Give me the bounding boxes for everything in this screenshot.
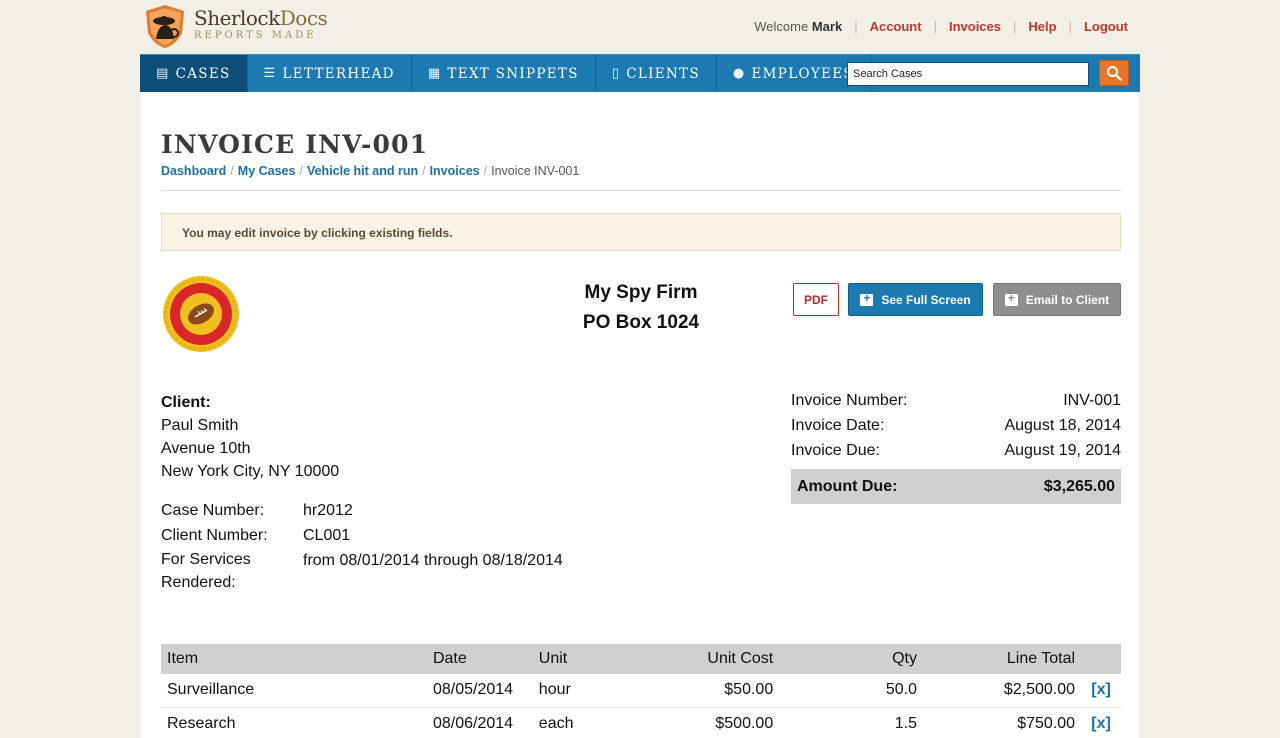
invoices-link[interactable]: Invoices — [949, 19, 1001, 34]
cell-line-total: $2,500.00 — [922, 674, 1082, 708]
case-number-label: Case Number: — [161, 502, 265, 519]
cell-unit[interactable]: each — [532, 707, 633, 738]
cell-unit[interactable]: hour — [532, 674, 633, 708]
see-full-screen-button[interactable]: See Full Screen — [848, 283, 983, 316]
breadcrumb-dashboard[interactable]: Dashboard — [161, 164, 226, 178]
nav-item-letterhead[interactable]: ☰ LETTERHEAD — [248, 55, 412, 92]
column-header-line-total: Line Total — [922, 644, 1082, 674]
firm-header: My Spy Firm PO Box 1024 — [541, 278, 741, 338]
clipboard-icon: ▯ — [611, 66, 621, 81]
services-rendered-label: For Services Rendered: — [161, 551, 251, 591]
firm-name: My Spy Firm — [584, 282, 698, 303]
breadcrumb-invoices[interactable]: Invoices — [430, 164, 480, 178]
sherlock-logo-icon — [142, 3, 188, 49]
line-items-table: Item Date Unit Unit Cost Qty Line Total … — [161, 644, 1121, 738]
column-header-remove — [1081, 644, 1121, 674]
client-number-value[interactable]: CL001 — [303, 523, 350, 548]
services-rendered-value[interactable]: from 08/01/2014 through 08/18/2014 — [303, 548, 563, 594]
column-header-qty: Qty — [779, 644, 923, 674]
column-header-date: Date — [426, 644, 533, 674]
client-address-line1[interactable]: Avenue 10th — [161, 437, 339, 460]
email-to-client-button[interactable]: Email to Client — [993, 283, 1121, 316]
invoice-due-value[interactable]: August 19, 2014 — [1004, 438, 1121, 463]
content-panel: INVOICE INV-001 Dashboard / My Cases / Vehic… — [141, 92, 1139, 738]
invoice-due-label: Invoice Due: — [791, 442, 880, 459]
client-address-line2[interactable]: New York City, NY 10000 — [161, 460, 339, 483]
table-row: Research 08/06/2014 each $500.00 1.5 $75… — [161, 707, 1121, 738]
brand-tagline: REPORTS MADE — [194, 30, 317, 41]
page-title: INVOICE INV-001 — [161, 130, 429, 159]
person-icon: ● — [732, 66, 746, 81]
breadcrumb-current: Invoice INV-001 — [491, 164, 580, 178]
nav-item-clients[interactable]: ▯ CLIENTS — [596, 55, 717, 92]
remove-row-button[interactable]: [x] — [1081, 707, 1121, 738]
cell-date[interactable]: 08/05/2014 — [426, 674, 533, 708]
cell-qty[interactable]: 50.0 — [779, 674, 923, 708]
breadcrumb: Dashboard / My Cases / Vehicle hit and run / I… — [161, 164, 580, 178]
client-block: Client: Paul Smith Avenue 10th New York … — [161, 391, 339, 483]
search-icon — [1107, 66, 1122, 81]
search-button[interactable] — [1099, 60, 1129, 86]
table-row: Surveillance 08/05/2014 hour $50.00 50.0… — [161, 674, 1121, 708]
invoice-number-label: Invoice Number: — [791, 392, 908, 409]
cell-unit-cost[interactable]: $500.00 — [632, 707, 780, 738]
invoice-number-value[interactable]: INV-001 — [1063, 388, 1121, 413]
briefcase-icon — [1004, 291, 1018, 306]
user-links: Welcome Mark | Account | Invoices | Help… — [754, 19, 1128, 34]
account-link[interactable]: Account — [870, 19, 922, 34]
cell-line-total: $750.00 — [922, 707, 1082, 738]
welcome-message: Welcome Mark — [754, 19, 843, 34]
main-nav: ▤ CASES ☰ LETTERHEAD ▦ TEXT SNIPPETS ▯ CLIEN… — [140, 54, 1140, 92]
help-link[interactable]: Help — [1028, 19, 1056, 34]
invoice-date-value[interactable]: August 18, 2014 — [1004, 413, 1121, 438]
firm-seal-logo — [162, 275, 240, 353]
edit-notice: You may edit invoice by clicking existin… — [161, 213, 1121, 251]
firm-address: PO Box 1024 — [582, 312, 700, 333]
document-icon: ▦ — [427, 66, 442, 81]
cell-item[interactable]: Research — [161, 707, 427, 738]
nav-item-cases[interactable]: ▤ CASES — [140, 55, 248, 92]
search-input[interactable] — [847, 62, 1089, 86]
logo[interactable]: SherlockDocs REPORTS MADE — [142, 3, 328, 49]
cell-qty[interactable]: 1.5 — [779, 707, 923, 738]
cell-date[interactable]: 08/06/2014 — [426, 707, 533, 738]
amount-due-label: Amount Due: — [797, 477, 898, 495]
logout-link[interactable]: Logout — [1084, 19, 1128, 34]
column-header-unit-cost: Unit Cost — [632, 644, 780, 674]
client-name[interactable]: Paul Smith — [161, 414, 339, 437]
nav-item-text-snippets[interactable]: ▦ TEXT SNIPPETS — [412, 55, 596, 92]
breadcrumb-my-cases[interactable]: My Cases — [238, 164, 296, 178]
invoice-info: Invoice Number: INV-001 Invoice Date: Au… — [791, 388, 1121, 463]
table-header-row: Item Date Unit Unit Cost Qty Line Total — [161, 644, 1121, 674]
top-header: SherlockDocs REPORTS MADE Welcome Mark |… — [140, 0, 1140, 54]
remove-row-button[interactable]: [x] — [1081, 674, 1121, 708]
search-bar — [847, 60, 1129, 86]
column-header-unit: Unit — [532, 644, 633, 674]
client-number-label: Client Number: — [161, 527, 268, 544]
cell-unit-cost[interactable]: $50.00 — [632, 674, 780, 708]
brand-name: SherlockDocs — [194, 6, 328, 30]
column-header-item: Item — [161, 644, 427, 674]
cell-item[interactable]: Surveillance — [161, 674, 427, 708]
stack-icon: ☰ — [263, 66, 277, 81]
breadcrumb-case[interactable]: Vehicle hit and run — [307, 164, 418, 178]
case-number-value[interactable]: hr2012 — [303, 498, 353, 523]
divider — [161, 190, 1121, 191]
amount-due-bar: Amount Due: $3,265.00 — [791, 469, 1121, 504]
pdf-button[interactable]: PDF — [793, 283, 839, 316]
briefcase-icon: ▤ — [156, 66, 170, 81]
case-meta: Case Number: hr2012 Client Number: CL001… — [161, 498, 563, 594]
amount-due-value: $3,265.00 — [1043, 477, 1115, 495]
client-label: Client: — [161, 394, 211, 411]
invoice-date-label: Invoice Date: — [791, 417, 885, 434]
briefcase-icon — [860, 291, 874, 306]
